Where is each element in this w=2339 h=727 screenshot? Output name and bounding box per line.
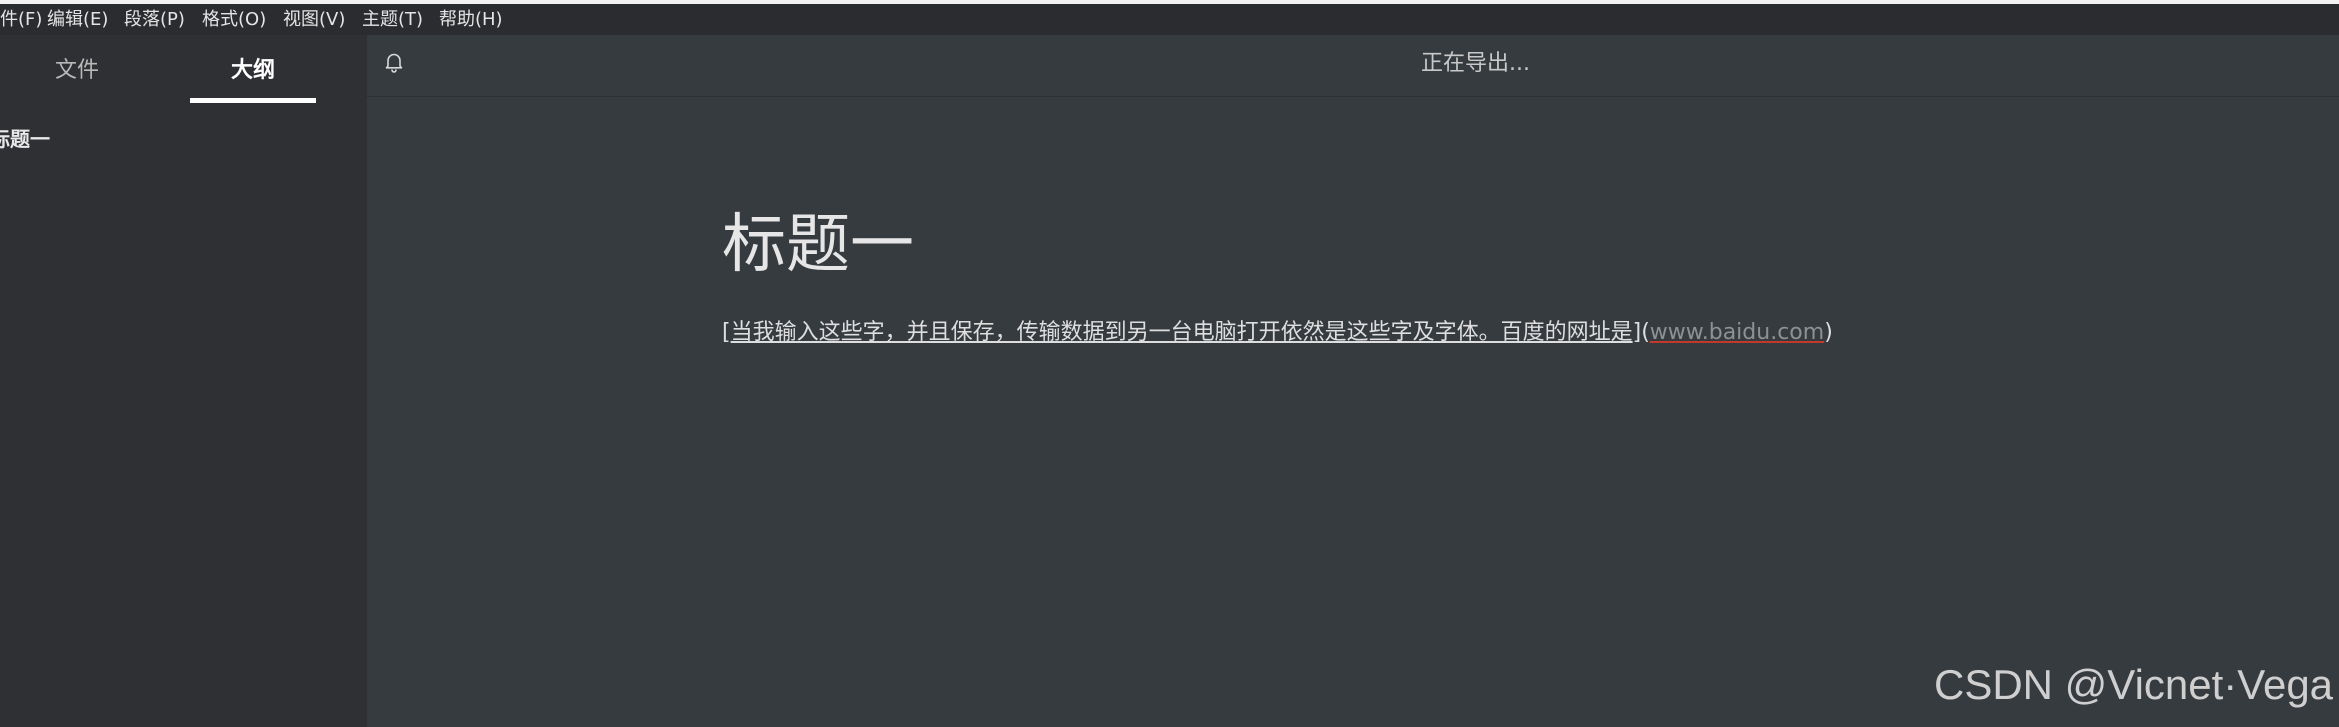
document-paragraph[interactable]: [当我输入这些字，并且保存，传输数据到另一台电脑打开依然是这些字及字体。百度的网…: [722, 317, 1833, 349]
bracket-open: [: [722, 320, 731, 345]
document-heading[interactable]: 标题一: [722, 205, 914, 285]
link-text[interactable]: 当我输入这些字，并且保存，传输数据到另一台电脑打开依然是这些字及字体。百度的网址…: [731, 320, 1633, 345]
menu-view[interactable]: 视图(V): [283, 10, 345, 30]
outline-item-heading-1[interactable]: 标题一: [0, 125, 50, 153]
menu-edit[interactable]: 编辑(E): [47, 10, 108, 30]
menubar: 件(F) 编辑(E) 段落(P) 格式(O) 视图(V) 主题(T) 帮助(H): [0, 4, 2339, 35]
tab-outline[interactable]: 大纲: [231, 57, 275, 85]
bell-icon[interactable]: [382, 50, 406, 74]
active-tab-indicator: [190, 98, 316, 103]
app-window: 件(F) 编辑(E) 段落(P) 格式(O) 视图(V) 主题(T) 帮助(H)…: [0, 0, 2339, 727]
menu-file[interactable]: 件(F): [0, 10, 42, 30]
menu-format[interactable]: 格式(O): [202, 10, 266, 30]
export-status: 正在导出...: [1421, 51, 1530, 76]
menu-paragraph[interactable]: 段落(P): [124, 10, 185, 30]
editor-header: 正在导出...: [367, 35, 2339, 97]
bracket-close-paren-open: ](: [1632, 320, 1650, 345]
menu-theme[interactable]: 主题(T): [362, 10, 423, 30]
sidebar: 文件 大纲 标题一: [0, 35, 367, 727]
paren-close: ): [1824, 320, 1833, 345]
link-url[interactable]: www.baidu.com: [1650, 320, 1824, 345]
tab-files[interactable]: 文件: [55, 57, 99, 85]
menu-help[interactable]: 帮助(H): [439, 10, 503, 30]
watermark: CSDN @Vicnet·Vega: [1934, 661, 2334, 708]
